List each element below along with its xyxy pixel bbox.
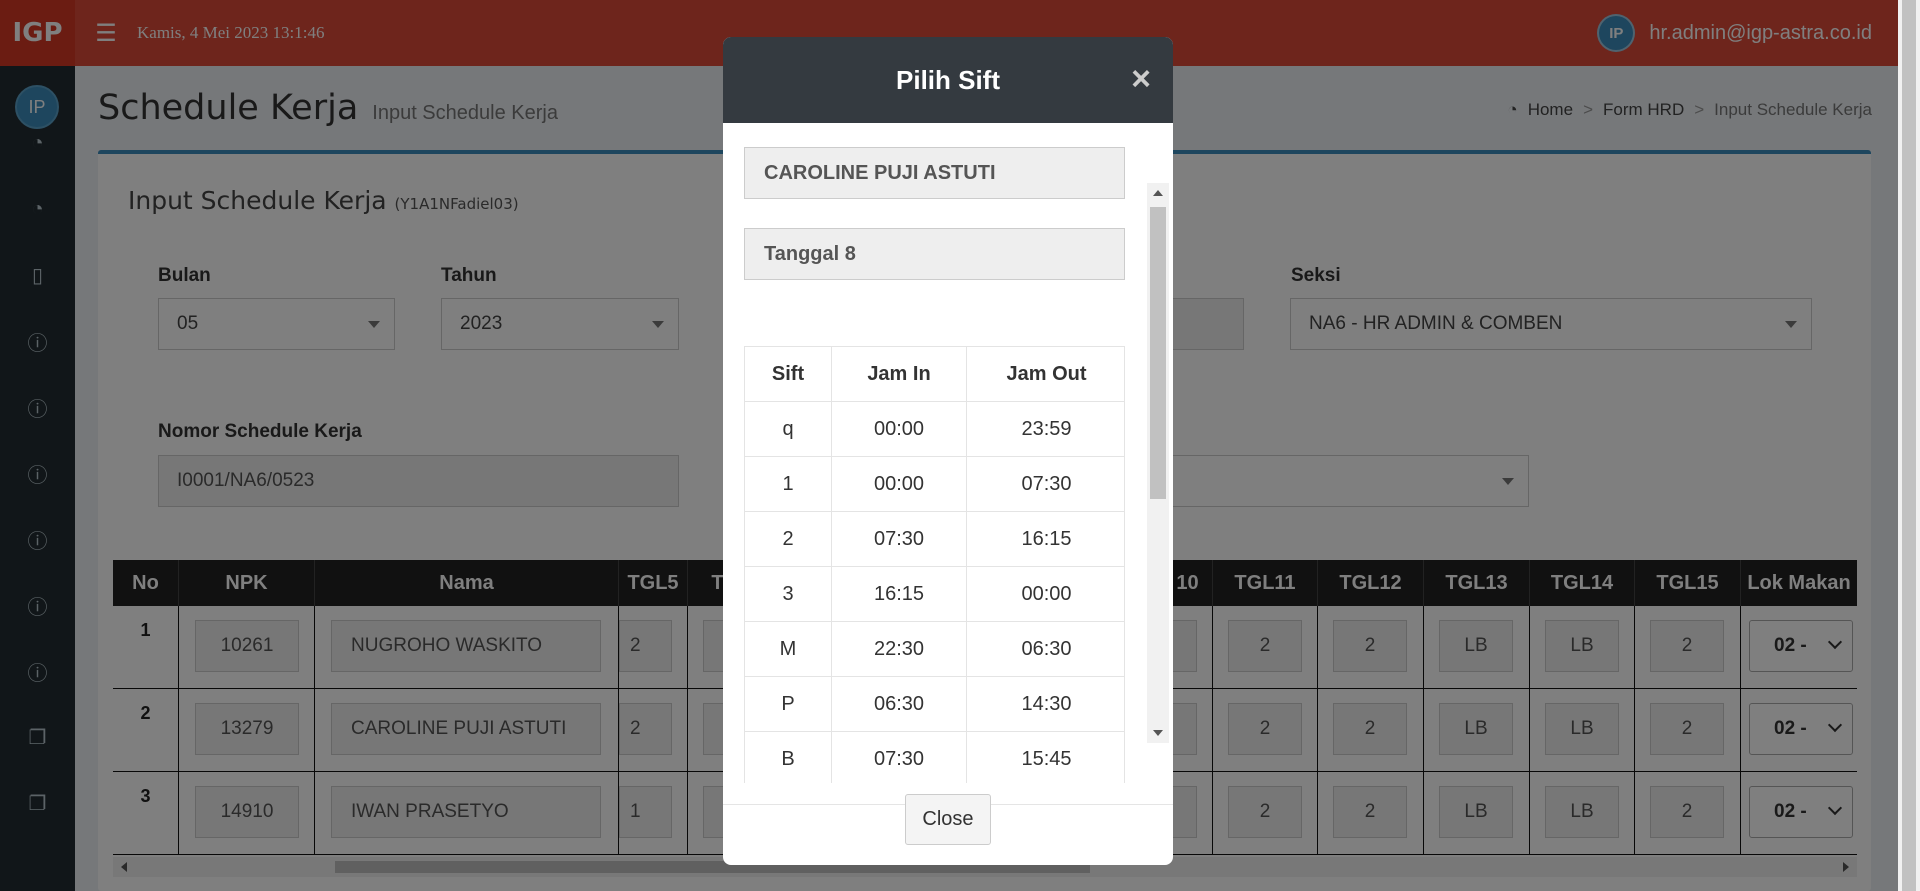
- sift-code: P: [745, 677, 832, 732]
- sift-code: q: [745, 402, 832, 457]
- jam-out: 23:59: [1021, 418, 1072, 440]
- page-vertical-scrollbar[interactable]: [1898, 0, 1920, 891]
- sift-row[interactable]: B 07:30 15:45: [745, 732, 1124, 783]
- th-jam-in: Jam In: [832, 347, 967, 402]
- jam-in: 07:30: [832, 732, 967, 783]
- jam-in: 06:30: [832, 677, 967, 732]
- sift-code: 2: [745, 512, 832, 567]
- jam-out: 16:15: [1021, 528, 1072, 550]
- scroll-up-icon[interactable]: [1153, 190, 1163, 196]
- jam-out: 00:00: [1021, 583, 1072, 605]
- modal-header: Pilih Sift ×: [723, 37, 1173, 123]
- close-button[interactable]: Close: [905, 794, 991, 845]
- sift-code: M: [745, 622, 832, 677]
- close-icon[interactable]: ×: [1131, 59, 1151, 99]
- scrollbar-thumb[interactable]: [1902, 0, 1916, 891]
- modal-title: Pilih Sift: [896, 64, 1000, 95]
- th-jam-out: Jam Out: [1006, 363, 1087, 385]
- jam-in: 16:15: [832, 567, 967, 622]
- sift-row[interactable]: q 00:00 23:59: [745, 402, 1124, 457]
- modal-body: CAROLINE PUJI ASTUTI Tanggal 8 Sift Jam …: [723, 123, 1173, 805]
- sift-table-header: Sift Jam In Jam Out: [745, 347, 1124, 402]
- sift-code: 1: [745, 457, 832, 512]
- scroll-down-icon[interactable]: [1153, 730, 1163, 736]
- th-sift: Sift: [745, 347, 832, 402]
- sift-table: Sift Jam In Jam Out q 00:00 23:59 1 00:0…: [744, 346, 1125, 783]
- sift-row[interactable]: 1 00:00 07:30: [745, 457, 1124, 512]
- sift-code: 3: [745, 567, 832, 622]
- sift-row[interactable]: M 22:30 06:30: [745, 622, 1124, 677]
- sift-row[interactable]: P 06:30 14:30: [745, 677, 1124, 732]
- jam-in: 00:00: [832, 402, 967, 457]
- jam-out: 07:30: [1021, 473, 1072, 495]
- pilih-sift-modal: Pilih Sift × CAROLINE PUJI ASTUTI Tangga…: [723, 37, 1173, 865]
- tanggal-field[interactable]: Tanggal 8: [744, 228, 1125, 280]
- jam-in: 00:00: [832, 457, 967, 512]
- sift-row[interactable]: 3 16:15 00:00: [745, 567, 1124, 622]
- sift-row[interactable]: 2 07:30 16:15: [745, 512, 1124, 567]
- employee-name-field[interactable]: CAROLINE PUJI ASTUTI: [744, 147, 1125, 199]
- scrollbar-thumb[interactable]: [1150, 207, 1166, 499]
- jam-in: 07:30: [832, 512, 967, 567]
- jam-out: 14:30: [1021, 693, 1072, 715]
- modal-vertical-scrollbar[interactable]: [1147, 183, 1169, 743]
- jam-out: 15:45: [1021, 748, 1072, 770]
- jam-out: 06:30: [1021, 638, 1072, 660]
- sift-code: B: [745, 732, 832, 783]
- jam-in: 22:30: [832, 622, 967, 677]
